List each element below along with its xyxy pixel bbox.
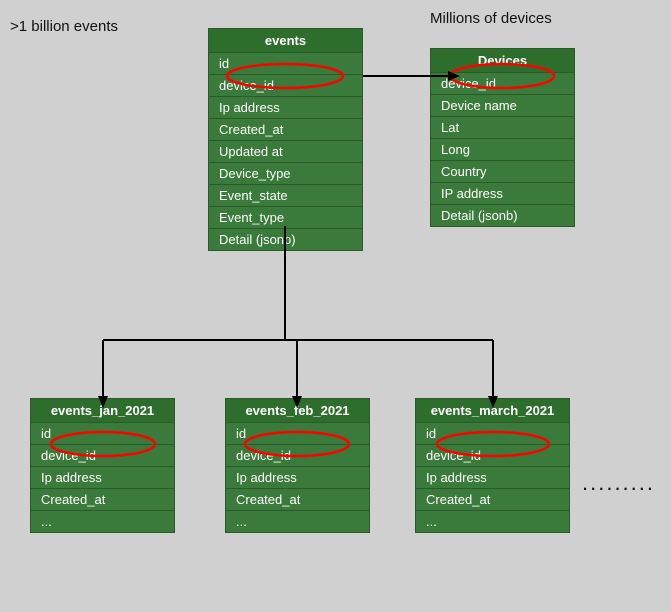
feb-row-ip: Ip address (226, 467, 369, 489)
march-row-created: Created_at (416, 489, 569, 511)
devices-table-header: Devices (431, 49, 574, 73)
events-feb-table: events_feb_2021 id device_id Ip address … (225, 398, 370, 533)
march-row-ellipsis: ... (416, 511, 569, 532)
events-row-detail: Detail (jsonb) (209, 229, 362, 250)
march-row-id: id (416, 423, 569, 445)
feb-row-device-id: device_id (226, 445, 369, 467)
feb-row-id: id (226, 423, 369, 445)
jan-row-device-id: device_id (31, 445, 174, 467)
feb-row-ellipsis: ... (226, 511, 369, 532)
events-march-header: events_march_2021 (416, 399, 569, 423)
millions-devices-label: Millions of devices (430, 10, 552, 27)
jan-row-ellipsis: ... (31, 511, 174, 532)
events-march-table: events_march_2021 id device_id Ip addres… (415, 398, 570, 533)
events-jan-table: events_jan_2021 id device_id Ip address … (30, 398, 175, 533)
jan-row-created: Created_at (31, 489, 174, 511)
events-row-event-type: Event_type (209, 207, 362, 229)
events-table: events id device_id Ip address Created_a… (208, 28, 363, 251)
devices-row-ip: IP address (431, 183, 574, 205)
events-jan-header: events_jan_2021 (31, 399, 174, 423)
devices-table: Devices device_id Device name Lat Long C… (430, 48, 575, 227)
events-row-device-type: Device_type (209, 163, 362, 185)
march-row-device-id: device_id (416, 445, 569, 467)
jan-row-ip: Ip address (31, 467, 174, 489)
devices-row-detail: Detail (jsonb) (431, 205, 574, 226)
events-row-event-state: Event_state (209, 185, 362, 207)
devices-row-lat: Lat (431, 117, 574, 139)
jan-row-id: id (31, 423, 174, 445)
events-row-updated: Updated at (209, 141, 362, 163)
march-row-ip: Ip address (416, 467, 569, 489)
devices-row-device-id: device_id (431, 73, 574, 95)
events-feb-header: events_feb_2021 (226, 399, 369, 423)
feb-row-created: Created_at (226, 489, 369, 511)
devices-row-country: Country (431, 161, 574, 183)
events-row-device-id: device_id (209, 75, 362, 97)
ellipsis-label: ......... (582, 470, 655, 496)
events-row-created: Created_at (209, 119, 362, 141)
events-row-id: id (209, 53, 362, 75)
devices-row-name: Device name (431, 95, 574, 117)
billion-events-label: >1 billion events (10, 18, 118, 35)
events-table-header: events (209, 29, 362, 53)
events-row-ip: Ip address (209, 97, 362, 119)
devices-row-long: Long (431, 139, 574, 161)
